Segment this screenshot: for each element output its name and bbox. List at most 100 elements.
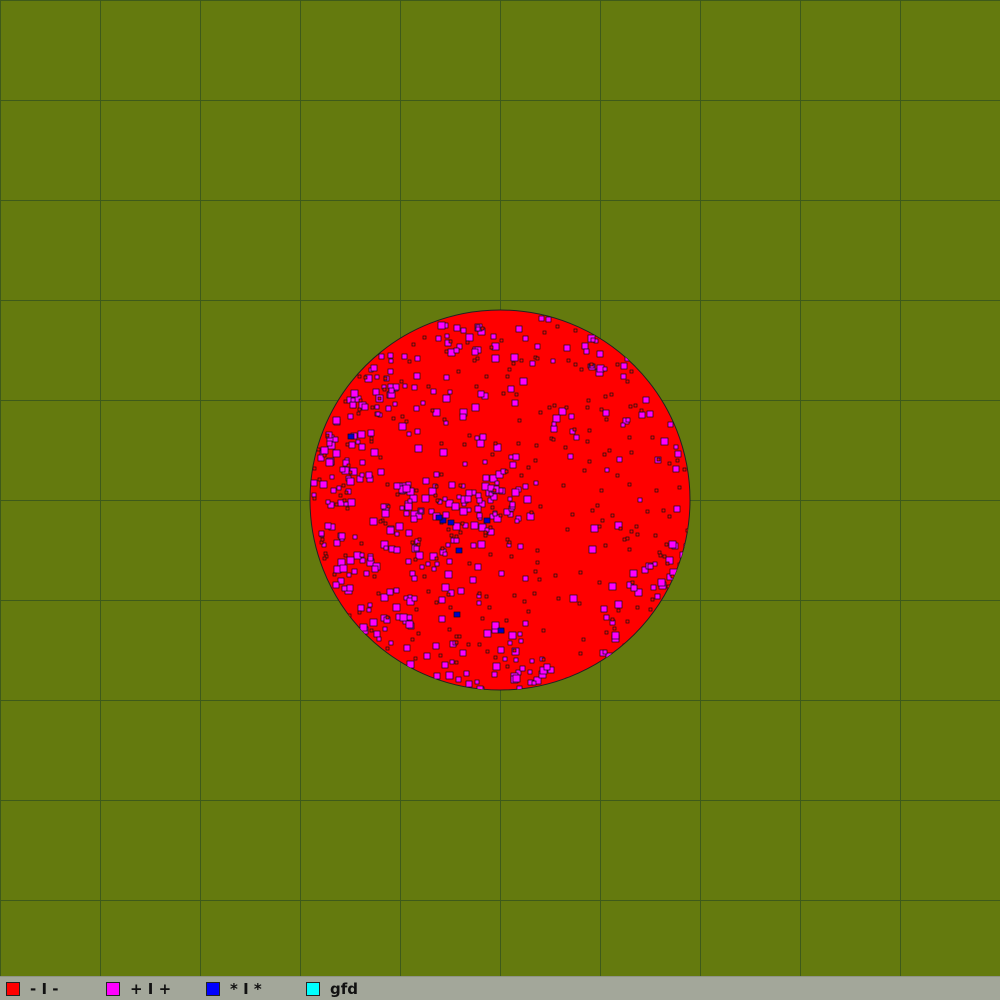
territory-cell bbox=[385, 615, 390, 620]
territory-cell bbox=[616, 608, 621, 613]
territory-cell bbox=[552, 414, 561, 423]
territory-cell bbox=[409, 570, 416, 577]
territory-cell bbox=[476, 512, 483, 519]
territory-cell bbox=[343, 501, 349, 507]
territory-cell bbox=[370, 364, 378, 372]
territory-cell bbox=[442, 511, 450, 519]
territory-cell bbox=[633, 403, 638, 408]
territory-cell bbox=[656, 457, 661, 462]
territory-cell bbox=[423, 652, 431, 660]
territory-cell bbox=[407, 498, 413, 504]
territory-cell bbox=[627, 435, 632, 440]
territory-cell bbox=[604, 467, 610, 473]
territory-cell bbox=[535, 356, 540, 361]
territory-cell bbox=[388, 640, 394, 646]
territory-cell bbox=[504, 469, 509, 474]
territory-cell bbox=[522, 599, 527, 604]
territory-cell bbox=[667, 421, 674, 428]
territory-cell bbox=[376, 636, 382, 642]
territory-cell bbox=[504, 618, 509, 623]
territory-cell bbox=[512, 453, 520, 461]
territory-cell bbox=[526, 609, 531, 614]
territory-cell bbox=[403, 510, 410, 517]
territory-cell bbox=[338, 493, 343, 498]
territory-cell bbox=[682, 467, 687, 472]
territory-cell bbox=[489, 345, 494, 350]
territory-cell bbox=[602, 649, 608, 655]
territory-cell bbox=[616, 456, 623, 463]
territory-cell bbox=[582, 468, 587, 473]
territory-cell bbox=[511, 488, 520, 497]
territory-cell bbox=[624, 356, 630, 362]
territory-cell bbox=[533, 569, 538, 574]
territory-cell bbox=[537, 577, 542, 582]
territory-cell bbox=[620, 422, 626, 428]
territory-cell bbox=[345, 442, 350, 447]
territory-cell bbox=[529, 510, 534, 515]
territory-cell bbox=[522, 620, 529, 627]
territory-cell bbox=[635, 605, 640, 610]
territory-cell bbox=[519, 377, 528, 386]
territory-cell bbox=[444, 570, 453, 579]
territory-cell bbox=[586, 398, 591, 403]
territory-cell bbox=[629, 529, 634, 534]
territory-cell bbox=[603, 543, 608, 548]
legend-label: - I - bbox=[30, 980, 59, 998]
territory-cell bbox=[501, 391, 506, 396]
territory-cell bbox=[405, 558, 412, 565]
territory-cell bbox=[602, 409, 610, 417]
territory-cell bbox=[357, 610, 362, 615]
territory-cell bbox=[597, 524, 602, 529]
legend-label: * I * bbox=[230, 980, 262, 998]
territory-cell bbox=[435, 514, 443, 521]
territory-cell bbox=[629, 450, 634, 455]
territory-cell bbox=[367, 555, 374, 562]
territory-cell bbox=[395, 492, 400, 497]
territory-cell bbox=[464, 495, 472, 503]
territory-cell bbox=[378, 519, 383, 524]
territory-cell bbox=[343, 553, 348, 558]
territory-cell bbox=[629, 569, 638, 578]
territory-cell bbox=[358, 443, 366, 451]
territory-cell bbox=[416, 542, 421, 547]
territory-cell bbox=[490, 333, 497, 340]
territory-cell bbox=[366, 607, 372, 613]
territory-cell bbox=[535, 548, 540, 553]
territory-cell bbox=[488, 525, 493, 530]
territory-cell bbox=[567, 453, 574, 460]
territory-cell bbox=[339, 466, 346, 473]
territory-cell bbox=[456, 369, 461, 374]
territory-cell bbox=[454, 534, 459, 539]
territory-cell bbox=[385, 405, 392, 412]
territory-cell bbox=[406, 431, 412, 437]
territory-cell bbox=[433, 493, 438, 498]
territory-cell bbox=[347, 498, 356, 507]
territory-cell bbox=[316, 447, 321, 452]
game-map[interactable] bbox=[0, 0, 1000, 976]
territory-cell bbox=[352, 534, 358, 540]
territory-cell bbox=[369, 628, 374, 633]
territory-cell bbox=[466, 642, 471, 647]
territory-cell bbox=[439, 441, 444, 446]
territory-cell bbox=[627, 547, 632, 552]
territory-blob[interactable] bbox=[0, 0, 1000, 976]
territory-cell bbox=[654, 488, 659, 493]
territory-cell bbox=[414, 444, 423, 453]
territory-cell bbox=[487, 605, 492, 610]
territory-cell bbox=[381, 509, 390, 518]
territory-cell bbox=[399, 379, 404, 384]
territory-cell bbox=[472, 358, 477, 363]
territory-cell bbox=[587, 428, 592, 433]
territory-cell bbox=[332, 416, 341, 425]
legend-item-star-i: * I * bbox=[206, 980, 262, 998]
territory-cell bbox=[507, 496, 513, 502]
territory-cell bbox=[411, 575, 418, 582]
territory-cell bbox=[425, 561, 431, 567]
territory-cell bbox=[404, 419, 409, 424]
legend-item-gfd: gfd bbox=[306, 980, 358, 998]
territory-cell bbox=[359, 541, 364, 546]
territory-cell bbox=[477, 642, 482, 647]
territory-cell bbox=[531, 680, 537, 686]
territory-cell bbox=[493, 655, 498, 660]
territory-cell bbox=[393, 482, 401, 490]
